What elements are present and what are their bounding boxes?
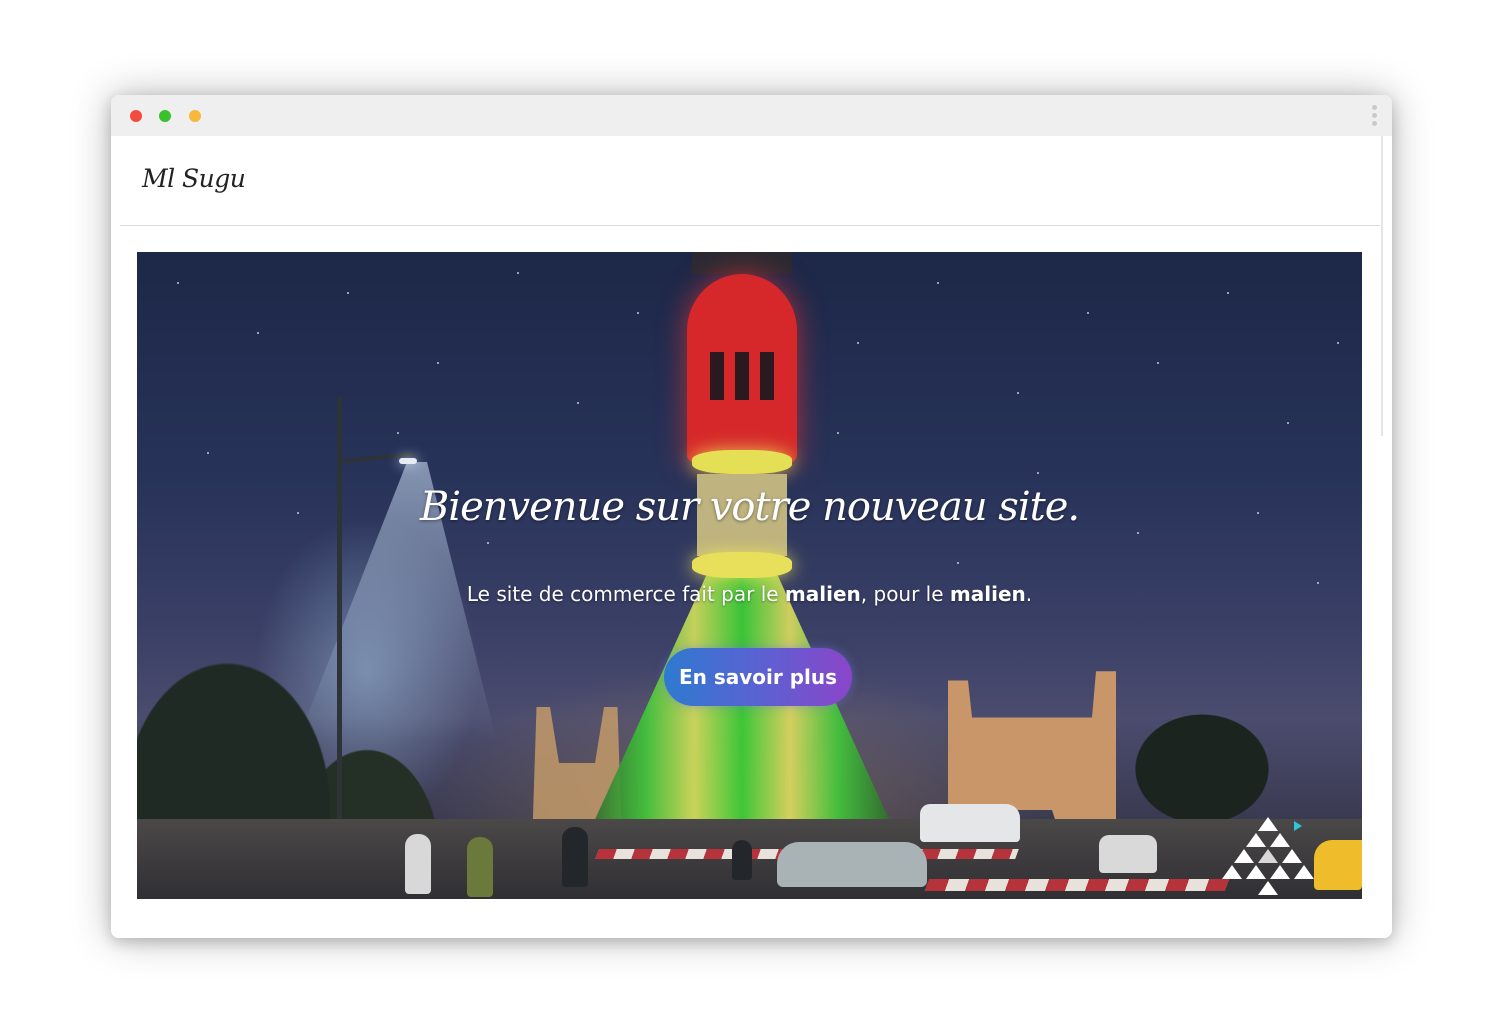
hero-banner: Bienvenue sur votre nouveau site. Le sit… bbox=[137, 252, 1362, 899]
window-maximize-dot[interactable] bbox=[159, 110, 171, 122]
hero-title: Bienvenue sur votre nouveau site. bbox=[419, 484, 1080, 530]
navbar: Ml Sugu bbox=[120, 136, 1380, 226]
hero-subtitle-text: , pour le bbox=[860, 582, 950, 606]
window-titlebar bbox=[111, 95, 1392, 136]
window-close-dot[interactable] bbox=[130, 110, 142, 122]
web-page: Ml Sugu Bienvenue sur votre nouveau site… bbox=[111, 136, 1380, 938]
vertical-scrollbar[interactable] bbox=[1381, 136, 1383, 436]
brand-logo-link[interactable]: Ml Sugu bbox=[142, 164, 246, 193]
hero-subtitle-text: Le site de commerce fait par le bbox=[466, 582, 785, 606]
hero-subtitle: Le site de commerce fait par le malien, … bbox=[137, 582, 1362, 606]
more-vertical-icon[interactable] bbox=[1372, 105, 1378, 129]
hero-content: Bienvenue sur votre nouveau site. Le sit… bbox=[137, 252, 1362, 899]
browser-window: Ml Sugu Bienvenue sur votre nouveau site… bbox=[111, 95, 1392, 938]
learn-more-button[interactable]: En savoir plus bbox=[664, 648, 852, 706]
window-minimize-dot[interactable] bbox=[189, 110, 201, 122]
hero-subtitle-bold: malien bbox=[784, 582, 861, 606]
hero-subtitle-text: . bbox=[1025, 582, 1033, 606]
hero-subtitle-bold: malien bbox=[949, 582, 1026, 606]
